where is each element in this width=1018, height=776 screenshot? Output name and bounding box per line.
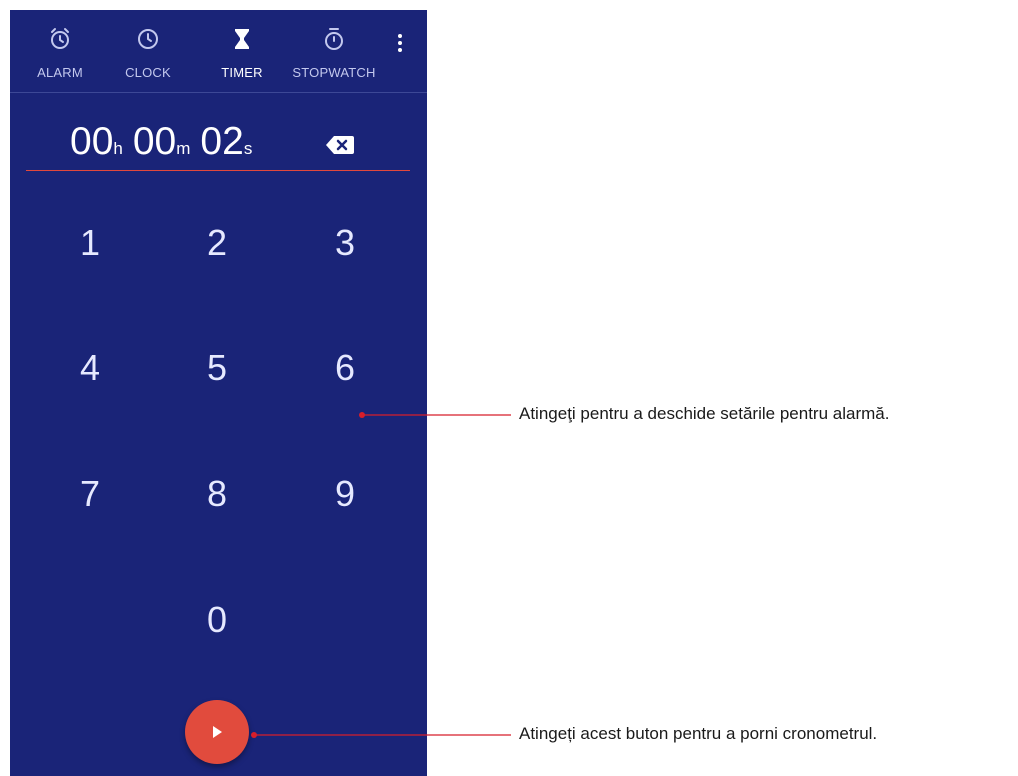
tab-timer[interactable]: TIMER (202, 10, 282, 93)
tab-divider (10, 92, 427, 93)
time-underline (26, 170, 410, 171)
tab-stopwatch[interactable]: STOPWATCH (288, 10, 380, 93)
key-6[interactable]: 6 (300, 328, 390, 408)
timer-screen: ALARM CLOCK TIMER STOPWATCH 00h 00m 02s … (10, 10, 427, 776)
timer-display: 00h 00m 02s (70, 120, 262, 180)
hourglass-icon (235, 29, 249, 49)
seconds-unit: s (243, 139, 253, 158)
tab-clock-label: CLOCK (125, 65, 171, 80)
seconds-value: 02 (200, 120, 244, 163)
start-timer-button[interactable] (185, 700, 249, 764)
play-icon (213, 726, 222, 738)
backspace-icon[interactable] (325, 134, 355, 156)
key-4[interactable]: 4 (45, 328, 135, 408)
key-9[interactable]: 9 (300, 454, 390, 534)
tab-alarm-label: ALARM (37, 65, 83, 80)
key-7[interactable]: 7 (45, 454, 135, 534)
key-3[interactable]: 3 (300, 203, 390, 283)
alarm-icon (51, 28, 69, 49)
minutes-value: 00 (132, 120, 177, 163)
key-1[interactable]: 1 (45, 203, 135, 283)
tab-bar: ALARM CLOCK TIMER STOPWATCH (10, 10, 427, 93)
hours-value: 00 (70, 120, 114, 163)
key-5[interactable]: 5 (172, 328, 262, 408)
callout-settings-text: Atingeţi pentru a deschide setările pent… (519, 404, 890, 423)
tab-clock[interactable]: CLOCK (108, 10, 188, 93)
tab-alarm[interactable]: ALARM (20, 10, 100, 93)
key-8[interactable]: 8 (172, 454, 262, 534)
hours-unit: h (113, 139, 123, 158)
more-vert-icon[interactable] (388, 28, 412, 58)
tab-stopwatch-label: STOPWATCH (292, 65, 376, 80)
minutes-unit: m (176, 139, 191, 158)
tab-timer-label: TIMER (221, 65, 263, 80)
key-2[interactable]: 2 (172, 203, 262, 283)
callout-start-text: Atingeți acest buton pentru a porni cron… (519, 724, 878, 743)
key-0[interactable]: 0 (172, 580, 262, 660)
stopwatch-icon (325, 28, 343, 50)
clock-icon (138, 29, 158, 49)
